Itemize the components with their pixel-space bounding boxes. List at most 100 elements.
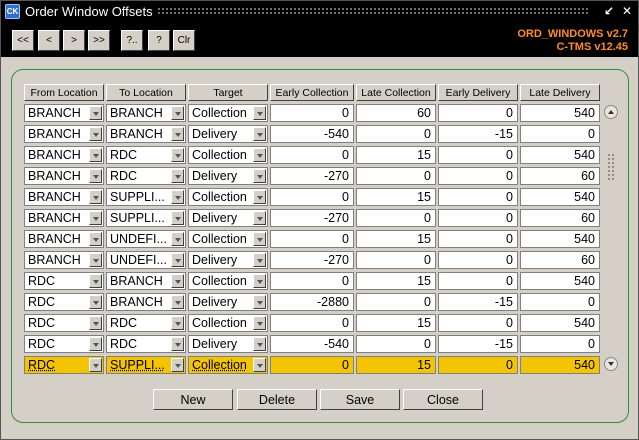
chevron-down-icon[interactable] [171,106,184,120]
early-collection-field[interactable]: -270 [270,251,354,269]
title-bar[interactable]: CK Order Window Offsets ↙ ✕ [1,1,638,22]
from-location-select[interactable]: RDC [24,356,104,374]
chevron-down-icon[interactable] [171,127,184,141]
early-delivery-field[interactable]: 0 [438,314,518,332]
late-collection-field[interactable]: 0 [356,335,436,353]
target-select[interactable]: Delivery [188,251,268,269]
early-collection-field[interactable]: -270 [270,209,354,227]
table-row[interactable]: BRANCH RDC Collection 0 15 0 540 [1,145,639,166]
target-select[interactable]: Collection [188,188,268,206]
early-delivery-field[interactable]: 0 [438,251,518,269]
to-location-select[interactable]: RDC [106,314,186,332]
chevron-down-icon[interactable] [171,295,184,309]
next-record-button[interactable]: > [63,30,85,51]
to-location-select[interactable]: BRANCH [106,104,186,122]
table-row[interactable]: RDC RDC Collection 0 15 0 540 [1,313,639,334]
chevron-down-icon[interactable] [171,253,184,267]
chevron-down-icon[interactable] [253,148,266,162]
chevron-down-icon[interactable] [89,211,102,225]
early-delivery-field[interactable]: 0 [438,209,518,227]
late-delivery-field[interactable]: 60 [520,209,600,227]
from-location-select[interactable]: RDC [24,272,104,290]
to-location-select[interactable]: SUPPLI... [106,209,186,227]
early-collection-header[interactable]: Early Collection [270,84,354,101]
chevron-down-icon[interactable] [253,316,266,330]
late-collection-field[interactable]: 0 [356,125,436,143]
early-collection-field[interactable]: 0 [270,230,354,248]
minimize-icon[interactable]: ↙ [602,4,616,18]
table-row[interactable]: BRANCH UNDEFI... Collection 0 15 0 540 [1,229,639,250]
query-button[interactable]: ?.. [121,30,143,51]
chevron-down-icon[interactable] [89,337,102,351]
target-select[interactable]: Delivery [188,293,268,311]
scroll-up-button[interactable] [604,105,618,119]
target-select[interactable]: Delivery [188,125,268,143]
late-delivery-field[interactable]: 540 [520,356,600,374]
from-location-select[interactable]: RDC [24,314,104,332]
chevron-down-icon[interactable] [171,232,184,246]
chevron-down-icon[interactable] [253,358,266,372]
late-delivery-field[interactable]: 540 [520,104,600,122]
to-location-select[interactable]: SUPPLI... [106,356,186,374]
late-delivery-header[interactable]: Late Delivery [520,84,600,101]
chevron-down-icon[interactable] [171,169,184,183]
early-collection-field[interactable]: 0 [270,314,354,332]
target-select[interactable]: Collection [188,104,268,122]
from-location-select[interactable]: BRANCH [24,146,104,164]
chevron-down-icon[interactable] [253,337,266,351]
from-location-select[interactable]: RDC [24,293,104,311]
late-delivery-field[interactable]: 540 [520,188,600,206]
late-delivery-field[interactable]: 540 [520,146,600,164]
table-row[interactable]: BRANCH SUPPLI... Delivery -270 0 0 60 [1,208,639,229]
early-delivery-field[interactable]: 0 [438,188,518,206]
early-delivery-field[interactable]: 0 [438,356,518,374]
from-location-select[interactable]: BRANCH [24,188,104,206]
first-record-button[interactable]: << [12,30,34,51]
early-delivery-field[interactable]: 0 [438,104,518,122]
help-button[interactable]: ? [148,30,170,51]
chevron-down-icon[interactable] [171,190,184,204]
late-delivery-field[interactable]: 540 [520,314,600,332]
late-collection-field[interactable]: 15 [356,272,436,290]
clear-button[interactable]: Clr [173,30,195,51]
to-location-select[interactable]: BRANCH [106,125,186,143]
late-collection-field[interactable]: 15 [356,314,436,332]
chevron-down-icon[interactable] [89,148,102,162]
late-delivery-field[interactable]: 540 [520,230,600,248]
to-location-select[interactable]: BRANCH [106,293,186,311]
chevron-down-icon[interactable] [89,295,102,309]
to-location-select[interactable]: UNDEFI... [106,230,186,248]
chevron-down-icon[interactable] [171,337,184,351]
target-select[interactable]: Collection [188,146,268,164]
title-drag-grip[interactable] [157,7,588,15]
late-collection-field[interactable]: 0 [356,167,436,185]
early-delivery-field[interactable]: -15 [438,293,518,311]
early-delivery-field[interactable]: 0 [438,272,518,290]
late-delivery-field[interactable]: 540 [520,272,600,290]
to-location-select[interactable]: UNDEFI... [106,251,186,269]
table-row[interactable]: RDC BRANCH Collection 0 15 0 540 [1,271,639,292]
late-collection-field[interactable]: 15 [356,188,436,206]
chevron-down-icon[interactable] [253,211,266,225]
table-row[interactable]: RDC SUPPLI... Collection 0 15 0 540 [1,355,639,376]
early-collection-field[interactable]: 0 [270,146,354,164]
early-delivery-field[interactable]: 0 [438,230,518,248]
early-delivery-field[interactable]: -15 [438,335,518,353]
chevron-down-icon[interactable] [253,232,266,246]
chevron-down-icon[interactable] [89,106,102,120]
to-location-select[interactable]: SUPPLI... [106,188,186,206]
target-select[interactable]: Delivery [188,209,268,227]
delete-button[interactable]: Delete [237,389,317,410]
late-delivery-field[interactable]: 0 [520,293,600,311]
late-collection-field[interactable]: 15 [356,146,436,164]
from-location-select[interactable]: BRANCH [24,104,104,122]
early-collection-field[interactable]: 0 [270,272,354,290]
from-location-select[interactable]: BRANCH [24,251,104,269]
scrollbar-grip[interactable] [607,153,615,181]
late-collection-field[interactable]: 0 [356,251,436,269]
early-collection-field[interactable]: 0 [270,104,354,122]
early-collection-field[interactable]: -2880 [270,293,354,311]
table-row[interactable]: RDC RDC Delivery -540 0 -15 0 [1,334,639,355]
target-select[interactable]: Collection [188,314,268,332]
late-collection-field[interactable]: 15 [356,230,436,248]
